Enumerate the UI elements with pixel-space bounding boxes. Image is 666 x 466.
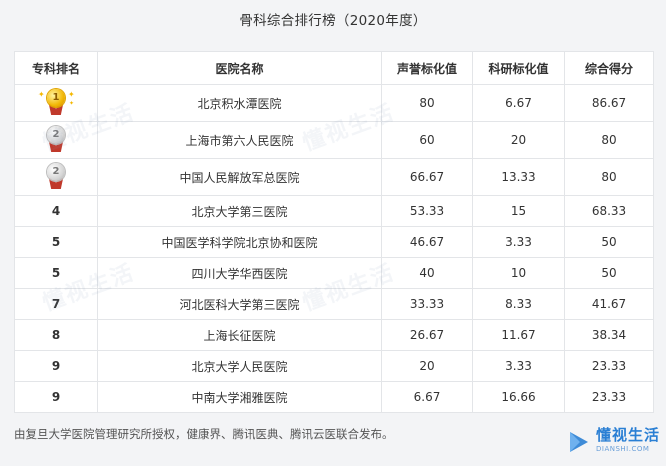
hospital-name-cell: 四川大学华西医院 (97, 257, 382, 289)
ranking-card: 骨科综合排行榜（2020年度） 专科排名 医院名称 声誉标化值 科研标化值 综合… (0, 0, 666, 466)
table-row: 9 北京大学人民医院 20 3.33 23.33 (14, 350, 654, 382)
total-score-cell: 50 (564, 257, 654, 289)
total-score-cell: 50 (564, 226, 654, 258)
rank-cell: 7 (14, 288, 98, 320)
rank-cell: 9 (14, 350, 98, 382)
table-row: 5 四川大学华西医院 40 10 50 (14, 257, 654, 289)
research-score-cell: 8.33 (472, 288, 565, 320)
table-row: 7 河北医科大学第三医院 33.33 8.33 41.67 (14, 288, 654, 320)
reputation-score-cell: 6.67 (381, 381, 473, 413)
header-research-score: 科研标化值 (472, 51, 565, 85)
gold-medal-icon: ✦ ✦ ✦ 1 (38, 89, 75, 117)
reputation-score-cell: 20 (381, 350, 473, 382)
hospital-name-cell: 中南大学湘雅医院 (97, 381, 382, 413)
hospital-name-cell: 中国人民解放军总医院 (97, 158, 382, 196)
research-score-cell: 10 (472, 257, 565, 289)
header-hospital-name: 医院名称 (97, 51, 382, 85)
brand-wordmark: 懂视生活 DIANSHI.COM (596, 427, 660, 457)
brand-subtitle: DIANSHI.COM (595, 445, 650, 453)
reputation-score-cell: 46.67 (381, 226, 473, 258)
research-score-cell: 15 (472, 195, 565, 227)
research-score-cell: 3.33 (472, 350, 565, 382)
total-score-cell: 23.33 (564, 350, 654, 382)
total-score-cell: 80 (564, 121, 654, 159)
hospital-name-cell: 北京积水潭医院 (97, 84, 382, 122)
reputation-score-cell: 66.67 (381, 158, 473, 196)
rank-cell: 5 (14, 257, 98, 289)
table-row: ✦ ✦ ✦ 1 北京积水潭医院 80 6.67 86.67 (14, 84, 654, 122)
table-row: 2 上海市第六人民医院 60 20 80 (14, 121, 654, 159)
medal-rank-number: 2 (47, 126, 65, 144)
source-footnote: 由复旦大学医院管理研究所授权，健康界、腾讯医典、腾讯云医联合发布。 (14, 427, 394, 441)
table-row: 8 上海长征医院 26.67 11.67 38.34 (14, 319, 654, 351)
ranking-table: 专科排名 医院名称 声誉标化值 科研标化值 综合得分 ✦ ✦ ✦ 1 北京积水潭… (14, 51, 654, 413)
hospital-name-cell: 河北医科大学第三医院 (97, 288, 382, 320)
total-score-cell: 68.33 (564, 195, 654, 227)
sparkle-icon: ✦ (69, 100, 75, 107)
reputation-score-cell: 26.67 (381, 319, 473, 351)
hospital-name-cell: 北京大学人民医院 (97, 350, 382, 382)
silver-medal-icon: 2 (44, 126, 68, 154)
sparkle-icon: ✦ (68, 90, 75, 99)
rank-cell: 2 (14, 121, 98, 159)
brand-logo[interactable]: 懂视生活 DIANSHI.COM (566, 427, 660, 457)
hospital-name-cell: 上海长征医院 (97, 319, 382, 351)
play-logo-icon (566, 429, 592, 455)
table-row: 2 中国人民解放军总医院 66.67 13.33 80 (14, 158, 654, 196)
ranking-table-container: 专科排名 医院名称 声誉标化值 科研标化值 综合得分 ✦ ✦ ✦ 1 北京积水潭… (14, 51, 654, 413)
total-score-cell: 23.33 (564, 381, 654, 413)
research-score-cell: 11.67 (472, 319, 565, 351)
total-score-cell: 38.34 (564, 319, 654, 351)
header-reputation-score: 声誉标化值 (381, 51, 473, 85)
table-row: 9 中南大学湘雅医院 6.67 16.66 23.33 (14, 381, 654, 413)
hospital-name-cell: 中国医学科学院北京协和医院 (97, 226, 382, 258)
reputation-score-cell: 40 (381, 257, 473, 289)
sparkle-icon: ✦ (38, 90, 45, 99)
header-total-score: 综合得分 (564, 51, 654, 85)
total-score-cell: 80 (564, 158, 654, 196)
table-row: 4 北京大学第三医院 53.33 15 68.33 (14, 195, 654, 227)
total-score-cell: 86.67 (564, 84, 654, 122)
rank-cell: 5 (14, 226, 98, 258)
rank-cell: 8 (14, 319, 98, 351)
hospital-name-cell: 上海市第六人民医院 (97, 121, 382, 159)
research-score-cell: 3.33 (472, 226, 565, 258)
header-rank: 专科排名 (14, 51, 98, 85)
research-score-cell: 6.67 (472, 84, 565, 122)
reputation-score-cell: 80 (381, 84, 473, 122)
research-score-cell: 13.33 (472, 158, 565, 196)
rank-cell: 4 (14, 195, 98, 227)
medal-rank-number: 2 (47, 163, 65, 181)
reputation-score-cell: 60 (381, 121, 473, 159)
total-score-cell: 41.67 (564, 288, 654, 320)
research-score-cell: 16.66 (472, 381, 565, 413)
rank-cell: ✦ ✦ ✦ 1 (14, 84, 98, 122)
hospital-name-cell: 北京大学第三医院 (97, 195, 382, 227)
page-title: 骨科综合排行榜（2020年度） (239, 13, 427, 29)
table-row: 5 中国医学科学院北京协和医院 46.67 3.33 50 (14, 226, 654, 258)
research-score-cell: 20 (472, 121, 565, 159)
reputation-score-cell: 53.33 (381, 195, 473, 227)
rank-cell: 2 (14, 158, 98, 196)
silver-medal-icon: 2 (44, 163, 68, 191)
medal-rank-number: 1 (47, 89, 65, 107)
table-header-row: 专科排名 医院名称 声誉标化值 科研标化值 综合得分 (14, 51, 654, 85)
reputation-score-cell: 33.33 (381, 288, 473, 320)
rank-cell: 9 (14, 381, 98, 413)
